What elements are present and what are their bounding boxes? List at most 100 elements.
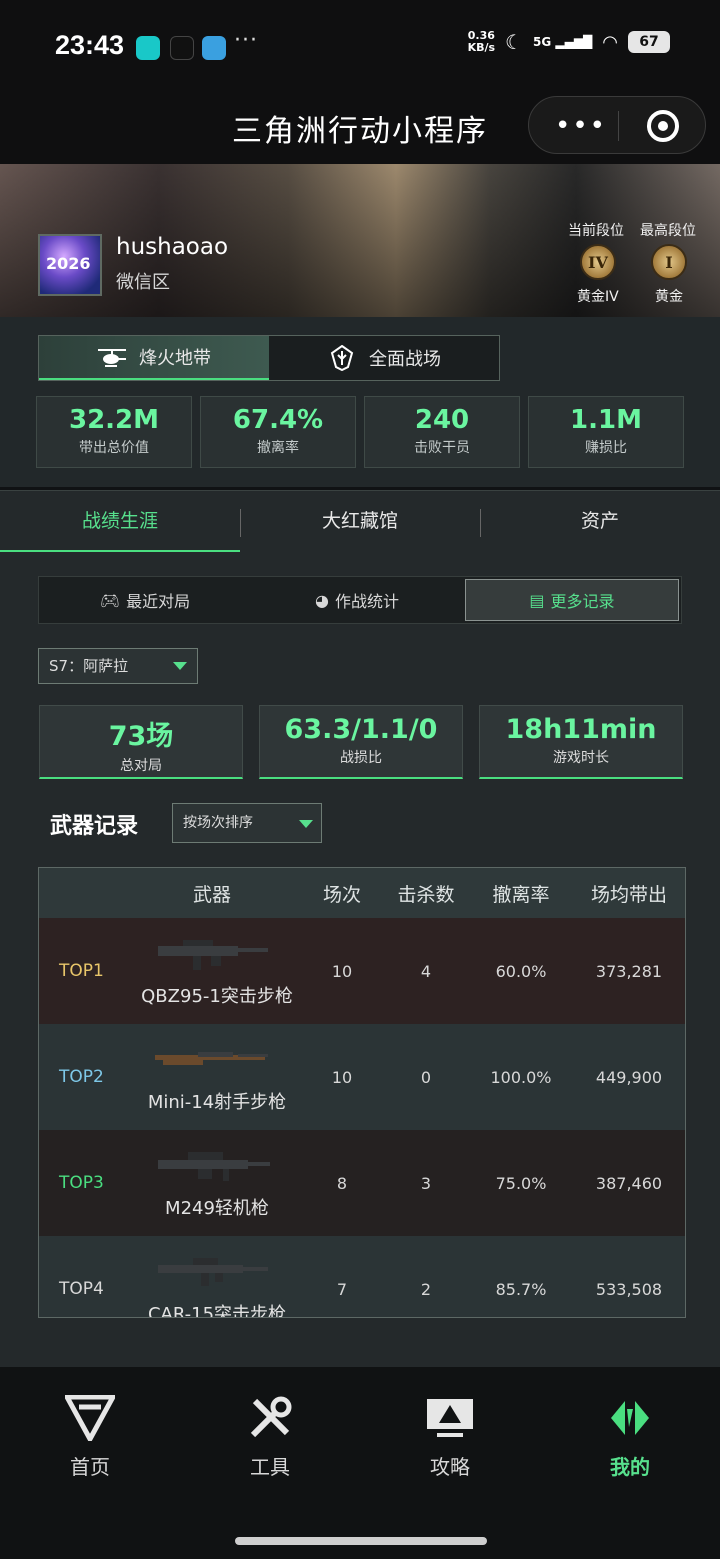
highest-rank-name: 黄金 [655,289,683,305]
table-row[interactable]: TOP3 M249轻机枪 8 3 75.0% 387,460 [39,1130,685,1236]
assault-rifle-icon [158,940,268,970]
moon-icon: ☾ [505,30,523,54]
mode-tab-firezone[interactable]: 烽火地带 [39,336,269,380]
record-subtabs: 🎮︎ 最近对局 ◕ 作战统计 ▤ 更多记录 [38,576,682,624]
dropdown-arrow-icon [173,662,187,670]
status-indicators: 0.36 KB/s ☾ 5G ▂▄▆█ ◠ 67 [468,30,670,54]
more-menu-button[interactable]: ••• [555,111,607,141]
sort-select[interactable]: 按场次排序 [172,803,322,843]
matches-value: 7 [336,1279,348,1299]
extract-value: 60.0% [495,961,547,981]
gold-rank-badge-icon: I [651,244,687,280]
profile-banner: 2026 hushaoao 微信区 当前段位 最高段位 IV I 黄金IV 黄金 [0,164,720,317]
header-matches: 场次 [322,883,361,906]
stat-total-value: 32.2M 带出总价值 [36,396,192,468]
tools-icon [180,1393,360,1443]
nav-guide[interactable]: 攻略 [360,1393,540,1480]
matches-value: 8 [336,1173,348,1193]
mini-program-capsule: ••• [528,96,706,154]
stat-play-time: 18h11min 游戏时长 [479,705,683,779]
subtab-recent-matches[interactable]: 🎮︎ 最近对局 [39,577,251,623]
tab-assets[interactable]: 资产 [480,491,720,552]
extract-value: 75.0% [495,1173,547,1193]
nav-home[interactable]: 首页 [0,1393,180,1480]
pie-chart-icon: ◕ [315,590,329,610]
matches-value: 10 [331,961,353,981]
header-weapon: 武器 [192,883,231,906]
table-row[interactable]: TOP1 QBZ95-1突击步枪 10 4 60.0% 373,281 [39,918,685,1024]
stat-extract-rate: 67.4% 撤离率 [200,396,356,468]
delta-logo-icon [0,1393,180,1443]
subtab-combat-stats[interactable]: ◕ 作战统计 [251,577,463,623]
dropdown-arrow-icon [299,820,313,828]
kills-value: 2 [420,1279,432,1299]
rank-label: TOP3 [59,1173,104,1193]
kills-value: 0 [420,1067,432,1087]
current-rank-label: 当前段位 [568,223,624,239]
weapon-records-title: 武器记录 [50,814,139,839]
table-row[interactable]: TOP2 Mini-14射手步枪 10 0 100.0% 449,900 [39,1024,685,1130]
header-kills: 击杀数 [397,883,455,906]
table-row[interactable]: TOP4 CAR-15突击步枪 7 2 85.7% 533,508 [39,1236,685,1318]
helicopter-icon [97,346,127,368]
main-tabs: 战绩生涯 大红藏馆 资产 [0,490,720,552]
avatar[interactable]: 2026 [38,234,102,296]
monitor-guide-icon [360,1393,540,1443]
gold-rank-badge-icon: IV [580,244,616,280]
network-speed: 0.36 KB/s [467,29,496,54]
document-icon: ▤ [529,590,545,610]
bottom-nav: 首页 工具 攻略 我的 [0,1367,720,1559]
stat-profit-ratio: 1.1M 赚损比 [528,396,684,468]
tab-career[interactable]: 战绩生涯 [0,491,240,552]
rank-label: TOP2 [59,1067,104,1087]
profile-emblem-icon [540,1393,720,1443]
subtab-more-records[interactable]: ▤ 更多记录 [465,579,679,621]
tiktok-app-icon [170,36,194,60]
extract-value: 85.7% [495,1279,547,1299]
weapon-name: CAR-15突击步枪 [147,1304,287,1318]
capsule-divider [618,111,619,141]
avg-value: 449,900 [595,1067,663,1087]
weapon-table: 武器 场次 击杀数 撤离率 场均带出 TOP1 QBZ95-1突击步枪 10 4… [38,867,686,1318]
weapon-name: M249轻机枪 [165,1198,269,1219]
machine-gun-icon [158,1152,270,1181]
current-rank-name: 黄金IV [577,289,619,305]
highest-rank-label: 最高段位 [640,223,696,239]
home-indicator[interactable] [235,1537,487,1545]
weapon-name: Mini-14射手步枪 [147,1092,287,1113]
gamepad-icon: 🎮︎ [99,590,121,610]
records-panel: 战绩生涯 大红藏馆 资产 🎮︎ 最近对局 ◕ 作战统计 ▤ 更多记录 S7：阿萨… [0,490,720,1367]
header-extract-rate: 撤离率 [492,883,550,906]
mini-program-titlebar: 三角洲行动小程序 ••• [0,92,720,164]
matches-value: 10 [331,1067,353,1087]
close-mini-program-button[interactable] [647,110,679,142]
mode-tab-battlefield[interactable]: 全面战场 [269,336,499,380]
summary-stats: 32.2M 带出总价值 67.4% 撤离率 240 击败干员 1.1M 赚损比 [36,396,686,468]
tab-divider [240,509,241,537]
nav-mine[interactable]: 我的 [540,1393,720,1480]
more-notifications-icon: ··· [234,28,258,53]
avg-value: 373,281 [595,961,663,981]
taptap-app-icon [136,36,160,60]
weapon-name: QBZ95-1突击步枪 [141,986,293,1007]
table-header: 武器 场次 击杀数 撤离率 场均带出 [39,868,685,918]
status-bar: 23:43 ··· 0.36 KB/s ☾ 5G ▂▄▆█ ◠ 67 [0,0,720,92]
nav-tools[interactable]: 工具 [180,1393,360,1480]
assault-rifle-icon [158,1258,268,1286]
shield-emblem-icon [327,345,357,371]
header-avg-value: 场均带出 [590,883,667,906]
battery-icon: 67 [628,31,670,53]
region-label: 微信区 [116,272,170,293]
kills-value: 3 [420,1173,432,1193]
avg-value: 387,460 [595,1173,663,1193]
mode-summary-panel: 烽火地带 全面战场 32.2M 带出总价值 67.4% 撤离率 240 击败干员… [0,317,720,487]
stat-kills: 240 击败干员 [364,396,520,468]
stat-kd-ratio: 63.3/1.1/0 战损比 [259,705,463,779]
season-stats: 73场 总对局 63.3/1.1/0 战损比 18h11min 游戏时长 [39,705,683,779]
tab-divider [480,509,481,537]
username: hushaoao [116,234,229,260]
mode-toggle: 烽火地带 全面战场 [38,335,500,381]
tab-collection[interactable]: 大红藏馆 [240,491,480,552]
rank-label: TOP4 [59,1279,104,1299]
season-select[interactable]: S7：阿萨拉 [38,648,198,684]
